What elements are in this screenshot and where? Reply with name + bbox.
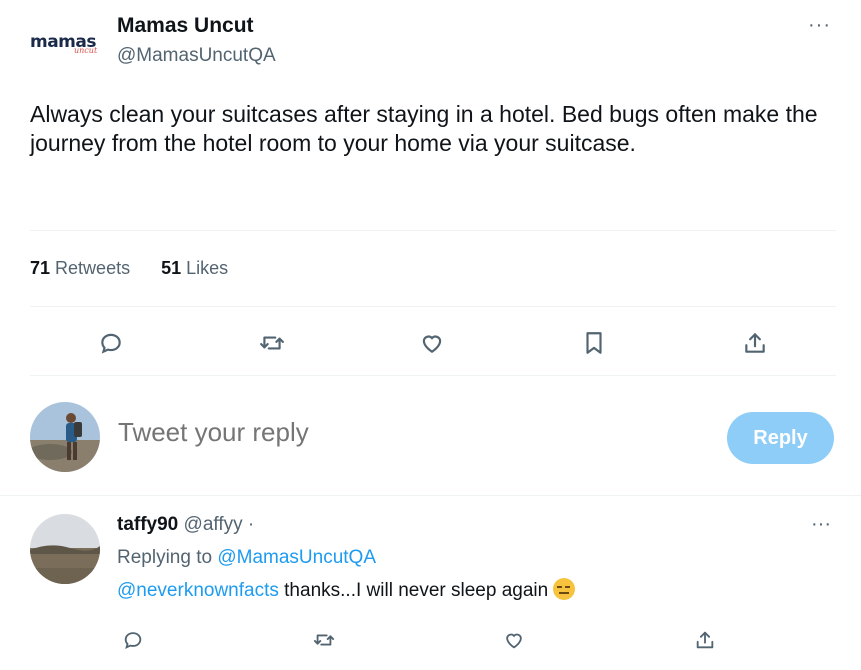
commenter-avatar[interactable] xyxy=(30,514,100,584)
author-handle[interactable]: @MamasUncutQA xyxy=(117,45,276,67)
heart-icon xyxy=(506,633,522,649)
share-icon xyxy=(696,631,714,649)
divider xyxy=(0,495,861,496)
comment-reply-button[interactable] xyxy=(116,623,150,657)
share-button[interactable] xyxy=(738,326,772,360)
more-options-icon[interactable]: ··· xyxy=(811,513,831,536)
landscape-avatar-image xyxy=(30,514,100,584)
retweet-icon xyxy=(260,336,284,350)
retweets-stat[interactable]: 71 Retweets xyxy=(30,258,130,279)
reply-tweet[interactable]: taffy90 @affyy · ··· Replying to @MamasU… xyxy=(0,497,861,670)
more-options-icon[interactable]: ··· xyxy=(808,14,831,37)
comment-share-button[interactable] xyxy=(688,623,722,657)
heart-icon xyxy=(422,335,442,353)
author-name[interactable]: Mamas Uncut xyxy=(117,14,254,38)
replying-prefix: Replying to xyxy=(117,547,213,568)
user-avatar[interactable] xyxy=(30,402,100,472)
bookmark-button[interactable] xyxy=(577,326,611,360)
commenter-name[interactable]: taffy90 xyxy=(117,514,178,535)
like-button[interactable] xyxy=(415,326,449,360)
divider xyxy=(30,230,836,231)
commenter-handle[interactable]: @affyy · xyxy=(184,514,255,535)
hiker-avatar-image xyxy=(30,402,100,472)
tweet-text: Always clean your suitcases after stayin… xyxy=(30,101,818,156)
reply-icon xyxy=(124,632,142,649)
comment-text: @neverknownfacts thanks...I will never s… xyxy=(117,578,576,602)
replying-to-link[interactable]: @MamasUncutQA xyxy=(217,547,376,568)
comment-actions xyxy=(0,617,861,657)
reply-submit-button[interactable]: Reply xyxy=(727,412,834,464)
divider xyxy=(30,306,836,307)
tweet-actions xyxy=(30,320,836,364)
reply-input[interactable] xyxy=(118,417,678,448)
likes-count: 51 xyxy=(161,258,182,278)
divider xyxy=(30,375,836,376)
reply-button[interactable] xyxy=(94,326,128,360)
replying-to: Replying to @MamasUncutQA xyxy=(117,547,376,569)
likes-stat[interactable]: 51 Likes xyxy=(161,258,228,279)
comment-body: thanks...I will never sleep again xyxy=(278,580,549,601)
mention-link[interactable]: @neverknownfacts xyxy=(117,580,279,601)
tweet-stats: 71 Retweets 51 Likes xyxy=(30,258,254,279)
retweets-label: Retweets xyxy=(55,258,131,278)
retweet-button[interactable] xyxy=(255,326,289,360)
author-avatar[interactable]: mamas uncut xyxy=(22,22,102,70)
reply-icon xyxy=(101,333,121,354)
retweets-count: 71 xyxy=(30,258,51,278)
comment-retweet-button[interactable] xyxy=(307,623,341,657)
share-icon xyxy=(745,333,765,353)
retweet-icon xyxy=(313,634,335,646)
comment-like-button[interactable] xyxy=(497,623,531,657)
expressionless-face-emoji-icon xyxy=(553,578,576,600)
reply-composer: Reply xyxy=(0,395,861,485)
comment-header: taffy90 @affyy · xyxy=(117,514,254,536)
tweet-header: mamas uncut Mamas Uncut @MamasUncutQA ··… xyxy=(0,0,861,80)
logo-subtext: uncut xyxy=(74,46,98,55)
likes-label: Likes xyxy=(186,258,229,278)
bookmark-icon xyxy=(586,332,602,354)
